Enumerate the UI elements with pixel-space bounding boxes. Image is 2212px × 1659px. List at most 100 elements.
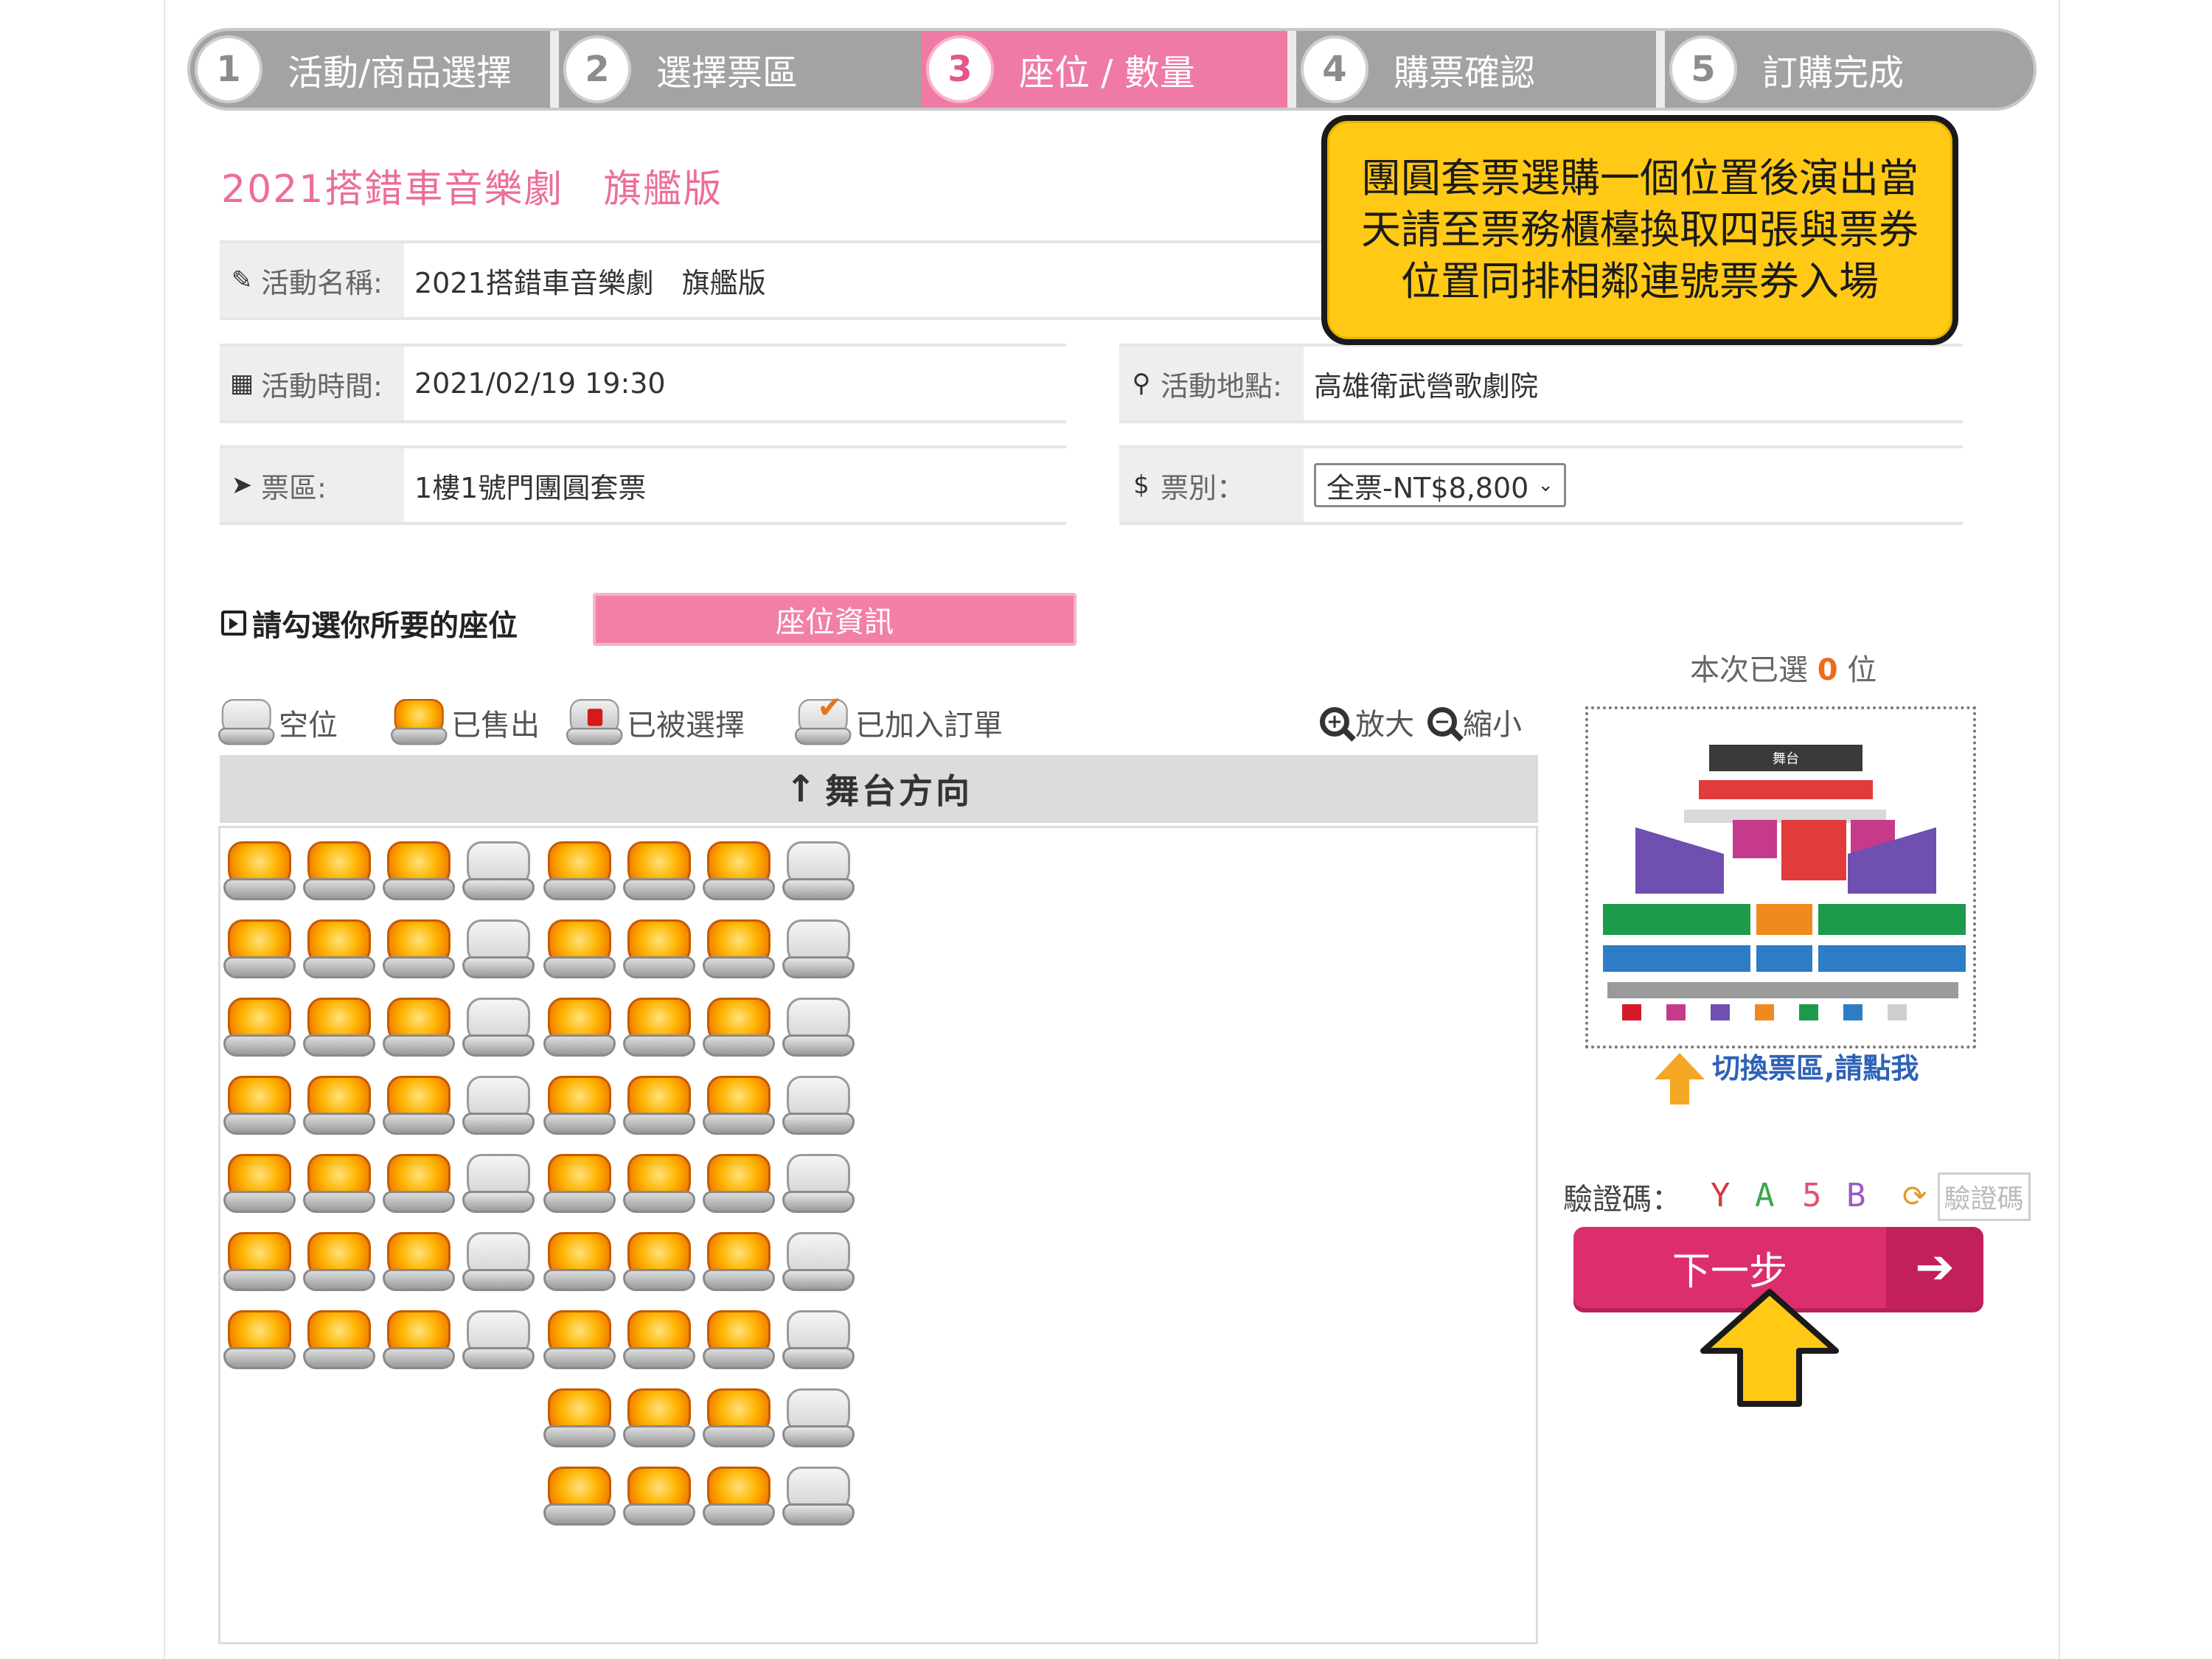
ticket-type-value: 全票-NT$8,800 [1326, 471, 1529, 504]
seat-sold [623, 918, 695, 981]
ordered-seat-icon [795, 690, 852, 747]
zoom-in-button[interactable]: + 放大 [1320, 700, 1414, 743]
chevron-down-icon: ⌄ [1537, 474, 1554, 496]
seat-empty[interactable] [782, 918, 855, 981]
seat-sold [543, 840, 616, 903]
area-value: 1樓1號門團圓套票 [414, 471, 647, 504]
seat-sold [223, 1074, 296, 1138]
captcha-char: 5 [1802, 1177, 1835, 1214]
seat-row [220, 996, 869, 1068]
seat-empty[interactable] [462, 1152, 535, 1216]
legend-selected-label: 已被選擇 [627, 709, 745, 742]
type-label: 票別： [1161, 471, 1245, 504]
seat-sold [223, 996, 296, 1060]
sold-seat-icon [391, 698, 448, 747]
seat-sold [623, 840, 695, 903]
checkbox-icon [221, 611, 246, 636]
seat-sold [543, 1465, 616, 1528]
time-label: 活動時間: [261, 369, 383, 403]
seat-empty[interactable] [782, 1309, 855, 1372]
step-label: 活動/商品選擇 [288, 52, 512, 94]
seat-sold [223, 1309, 296, 1372]
minimap-section-blue-center [1756, 945, 1812, 972]
seat-sold [623, 996, 695, 1060]
selected-seat-icon [566, 698, 623, 747]
venue-minimap[interactable]: 舞台 [1585, 706, 1976, 1048]
step-number: 1 [195, 35, 262, 103]
area-label: 票區: [261, 471, 327, 504]
seat-sold [303, 1231, 375, 1294]
captcha-char: B [1846, 1177, 1879, 1214]
zoom-out-button[interactable]: − 縮小 [1427, 700, 1522, 743]
step-number: 3 [926, 35, 994, 103]
minimap-section-purple-left [1635, 827, 1724, 894]
seat-empty[interactable] [462, 1074, 535, 1138]
seat-sold [543, 1231, 616, 1294]
legend-ordered: 已加入訂單 [795, 690, 1003, 749]
step-separator [1656, 31, 1665, 108]
minimap-section-blue-left [1603, 945, 1750, 972]
legend-empty: 空位 [218, 696, 338, 749]
pointer-arrow-icon [1700, 1289, 1839, 1407]
seat-empty[interactable] [462, 1231, 535, 1294]
seat-sold [703, 1465, 775, 1528]
seat-empty[interactable] [462, 1309, 535, 1372]
seat-sold [383, 840, 455, 903]
arrow-up-icon: ↑ [785, 768, 819, 810]
seat-sold [703, 1152, 775, 1216]
seat-sold [303, 840, 375, 903]
seat-empty[interactable] [782, 1465, 855, 1528]
step-3-active: 3 座位 / 數量 [922, 31, 1290, 108]
captcha-row: 驗證碼： YA5B ⟳ 驗證碼 [1563, 1171, 2031, 1222]
switch-area-link[interactable]: 切換票區,請點我 [1655, 1046, 1919, 1105]
minimap-section-green-left [1603, 904, 1750, 935]
switch-area-label: 切換票區,請點我 [1712, 1052, 1919, 1085]
map-pin-icon: ⚲ [1132, 369, 1151, 398]
seat-info-button[interactable]: 座位資訊 [593, 593, 1077, 646]
seat-sold [383, 1152, 455, 1216]
ticket-type-select[interactable]: 全票-NT$8,800 ⌄ [1314, 463, 1567, 507]
info-row-name: ✎ 活動名稱: 2021搭錯車音樂劇 旗艦版 [220, 240, 1326, 320]
seat-sold [543, 996, 616, 1060]
seat-sold [303, 1309, 375, 1372]
step-label: 購票確認 [1394, 52, 1536, 94]
captcha-label: 驗證碼： [1563, 1183, 1681, 1217]
seat-sold [303, 918, 375, 981]
progress-steps: 1 活動/商品選擇 2 選擇票區 3 座位 / 數量 4 購票確認 5 訂購完成 [187, 28, 2037, 111]
seat-sold [303, 1074, 375, 1138]
step-label: 座位 / 數量 [1019, 52, 1195, 94]
seat-row [220, 1152, 869, 1225]
seat-sold [543, 1387, 616, 1450]
seat-empty[interactable] [782, 1231, 855, 1294]
seat-sold [383, 1231, 455, 1294]
seat-sold [543, 1074, 616, 1138]
refresh-icon[interactable]: ⟳ [1902, 1180, 1927, 1214]
callout-text: 團圓套票選購一個位置後演出當天請至票務櫃檯換取四張與票券位置同排相鄰連號票券入場 [1361, 155, 1919, 305]
arrow-right-icon: ➔ [1886, 1227, 1983, 1308]
empty-seat-icon [218, 698, 275, 747]
captcha-image: YA5B [1696, 1171, 1895, 1222]
seat-empty[interactable] [462, 918, 535, 981]
calendar-icon: ▦ [229, 369, 254, 398]
seat-empty[interactable] [782, 1152, 855, 1216]
seat-sold [383, 918, 455, 981]
minimap-price-legend-bar [1607, 982, 1958, 998]
seat-empty[interactable] [782, 996, 855, 1060]
seat-sold [623, 1152, 695, 1216]
seat-empty[interactable] [462, 840, 535, 903]
seat-empty[interactable] [782, 1074, 855, 1138]
seat-sold [543, 1309, 616, 1372]
seat-sold [383, 1309, 455, 1372]
zoom-in-icon: + [1320, 707, 1349, 737]
seat-empty[interactable] [462, 996, 535, 1060]
minimap-stage: 舞台 [1709, 745, 1863, 771]
selected-count-number: 0 [1817, 653, 1838, 687]
minimap-section-green-right [1818, 904, 1966, 935]
captcha-input[interactable]: 驗證碼 [1937, 1172, 2031, 1221]
seat-empty[interactable] [782, 840, 855, 903]
arrow-up-icon [1655, 1052, 1705, 1105]
group-ticket-callout: 團圓套票選購一個位置後演出當天請至票務櫃檯換取四張與票券位置同排相鄰連號票券入場 [1321, 115, 1958, 345]
seat-sold [223, 840, 296, 903]
seat-empty[interactable] [782, 1387, 855, 1450]
seat-row [220, 918, 869, 990]
